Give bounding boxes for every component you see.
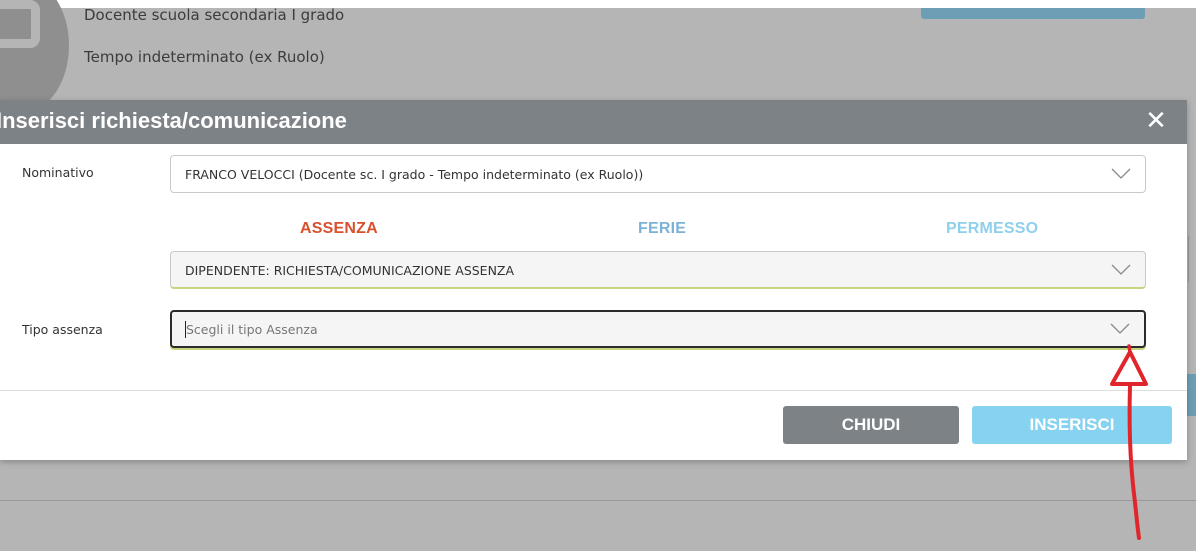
nominativo-label: Nominativo: [22, 165, 94, 180]
contract-text: Tempo indeterminato (ex Ruolo): [84, 48, 325, 66]
tab-permesso[interactable]: PERMESSO: [946, 220, 1038, 238]
request-type-value: DIPENDENTE: RICHIESTA/COMUNICAZIONE ASSE…: [185, 263, 515, 278]
close-button[interactable]: CHIUDI: [783, 406, 959, 444]
chevron-down-icon: [1111, 168, 1131, 179]
close-icon[interactable]: ✕: [1144, 108, 1168, 134]
insert-button[interactable]: INSERISCI: [972, 406, 1172, 444]
tab-ferie[interactable]: FERIE: [638, 220, 686, 238]
nominativo-select[interactable]: FRANCO VELOCCI (Docente sc. I grado - Te…: [170, 155, 1146, 193]
background-divider: [0, 500, 1196, 501]
tipo-assenza-select[interactable]: Scegli il tipo Assenza: [170, 310, 1146, 348]
modal-footer-divider: [0, 390, 1187, 391]
background-button-edge: [1187, 374, 1196, 416]
modal-header: Inserisci richiesta/comunicazione ✕: [0, 100, 1187, 144]
request-type-select[interactable]: DIPENDENTE: RICHIESTA/COMUNICAZIONE ASSE…: [170, 251, 1146, 289]
background-dropdown-edge: [1188, 236, 1196, 282]
tipo-assenza-placeholder: Scegli il tipo Assenza: [186, 322, 318, 337]
chevron-down-icon: [1110, 323, 1130, 334]
nominativo-value: FRANCO VELOCCI (Docente sc. I grado - Te…: [185, 167, 644, 182]
chevron-down-icon: [1111, 264, 1131, 275]
role-text: Docente scuola secondaria I grado: [84, 6, 345, 24]
modal-title: Inserisci richiesta/comunicazione: [0, 108, 347, 133]
tab-assenza[interactable]: ASSENZA: [300, 220, 378, 238]
background-button: [921, 8, 1145, 19]
avatar: [0, 0, 69, 113]
insert-request-modal: Inserisci richiesta/comunicazione ✕ Nomi…: [0, 100, 1187, 460]
tipo-assenza-label: Tipo assenza: [22, 322, 103, 337]
avatar-icon: [0, 0, 40, 48]
